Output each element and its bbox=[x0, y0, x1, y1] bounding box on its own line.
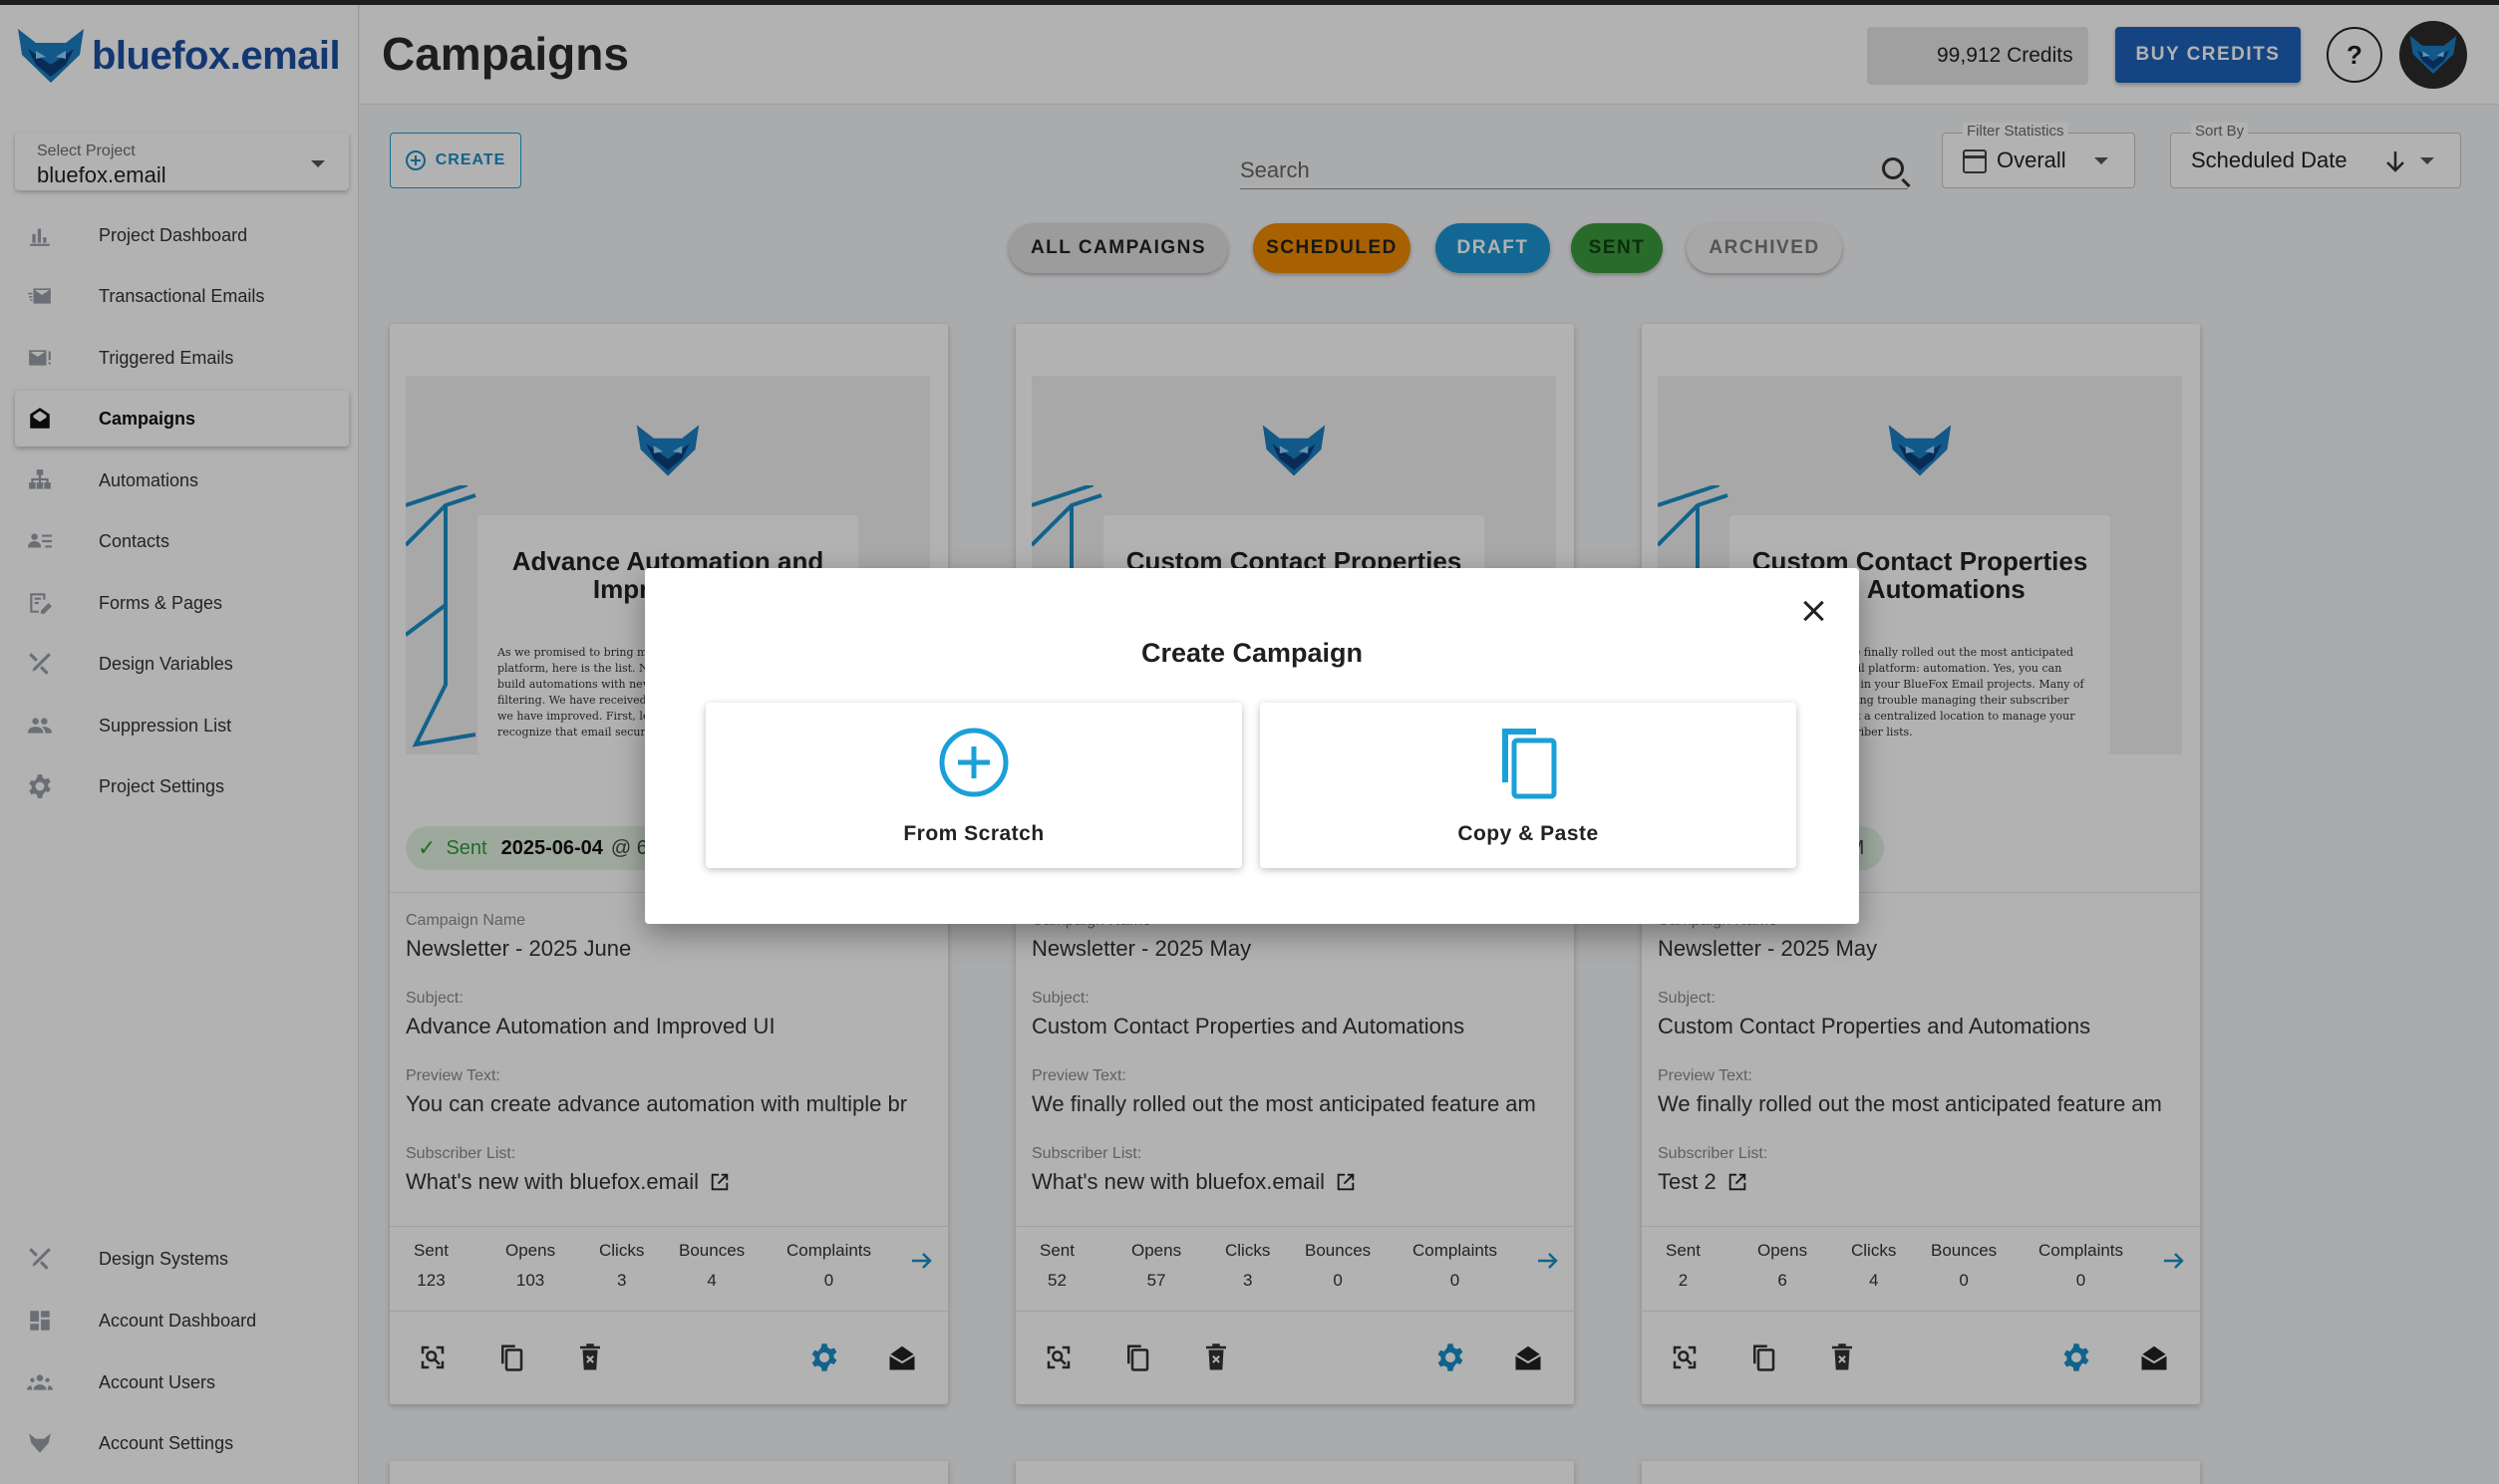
copy-icon bbox=[1502, 729, 1557, 799]
create-campaign-dialog: Create Campaign From Scratch Copy & Past… bbox=[645, 568, 1859, 924]
from-scratch-option[interactable]: From Scratch bbox=[706, 703, 1242, 868]
from-scratch-label: From Scratch bbox=[903, 822, 1045, 845]
dialog-title: Create Campaign bbox=[1140, 638, 1364, 668]
copy-paste-label: Copy & Paste bbox=[1457, 822, 1599, 845]
close-icon[interactable] bbox=[1799, 596, 1829, 626]
copy-paste-option[interactable]: Copy & Paste bbox=[1260, 703, 1796, 868]
plus-circle-icon bbox=[939, 728, 1009, 797]
